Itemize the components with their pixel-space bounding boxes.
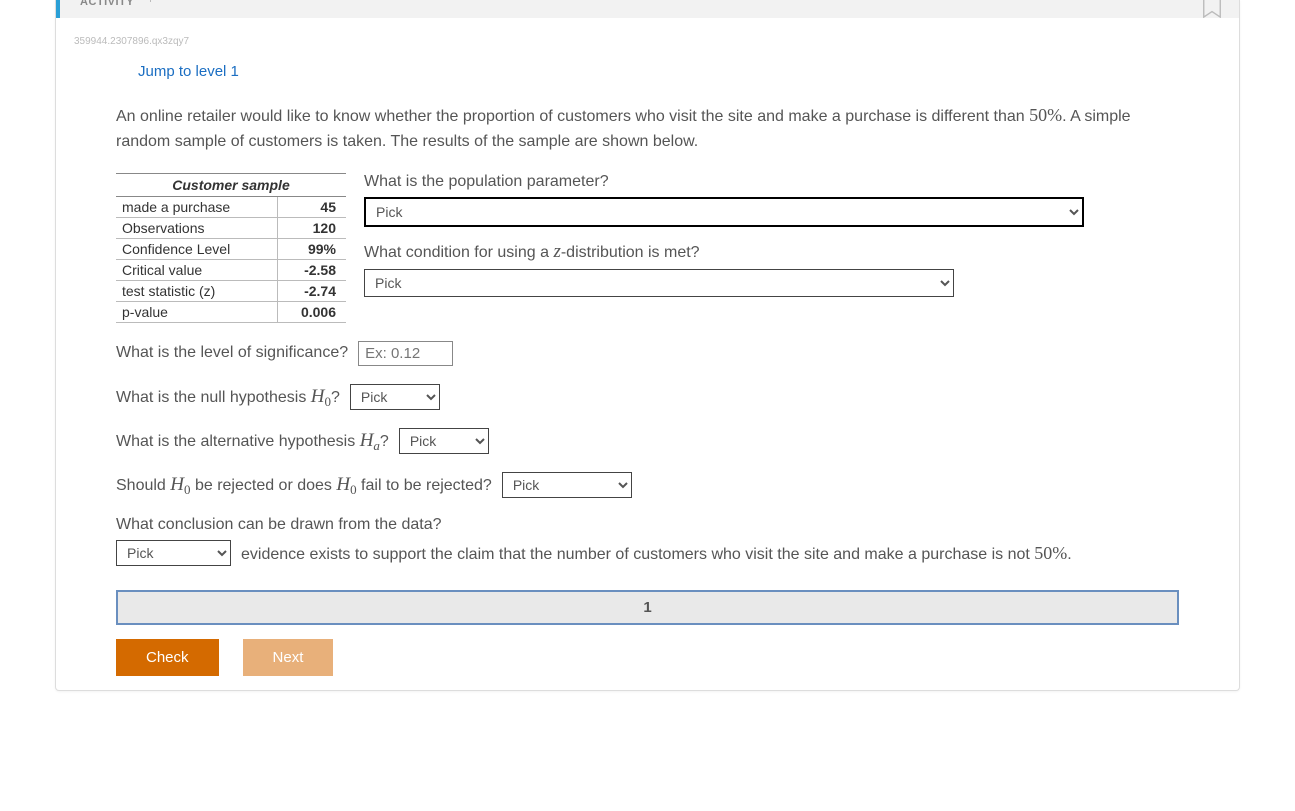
table-header: Customer sample bbox=[116, 173, 346, 196]
table-row: p-value0.006 bbox=[116, 301, 346, 322]
table-cell-label: Observations bbox=[116, 217, 277, 238]
bookmark-icon[interactable] bbox=[1201, 0, 1223, 18]
question-alt-hypothesis: What is the alternative hypothesis Ha? bbox=[116, 430, 389, 452]
table-row: Observations120 bbox=[116, 217, 346, 238]
check-button[interactable]: Check bbox=[116, 639, 219, 676]
table-row: Confidence Level99% bbox=[116, 238, 346, 259]
table-row: test statistic (z)-2.74 bbox=[116, 280, 346, 301]
prompt-text: An online retailer would like to know wh… bbox=[116, 102, 1179, 155]
activity-header: ACTIVITY 7.1.1: Two-tailed hypothesis te… bbox=[56, 0, 1239, 18]
table-cell-label: made a purchase bbox=[116, 196, 277, 217]
select-null-hypothesis[interactable]: Pick bbox=[350, 384, 440, 410]
table-cell-value: -2.74 bbox=[277, 280, 346, 301]
table-row: made a purchase45 bbox=[116, 196, 346, 217]
question-significance: What is the level of significance? bbox=[116, 344, 348, 362]
table-cell-label: p-value bbox=[116, 301, 277, 322]
prompt-part1: An online retailer would like to know wh… bbox=[116, 108, 1029, 125]
select-reject-decision[interactable]: Pick bbox=[502, 472, 632, 498]
table-cell-value: 45 bbox=[277, 196, 346, 217]
table-cell-value: -2.58 bbox=[277, 259, 346, 280]
table-cell-label: test statistic (z) bbox=[116, 280, 277, 301]
table-cell-value: 99% bbox=[277, 238, 346, 259]
table-cell-label: Critical value bbox=[116, 259, 277, 280]
select-population-parameter[interactable]: Pick bbox=[364, 197, 1084, 227]
select-conclusion-evidence[interactable]: Pick bbox=[116, 540, 231, 566]
table-cell-label: Confidence Level bbox=[116, 238, 277, 259]
input-significance[interactable] bbox=[358, 341, 453, 366]
table-cell-value: 120 bbox=[277, 217, 346, 238]
question-null-hypothesis: What is the null hypothesis H0? bbox=[116, 386, 340, 408]
jump-to-level-link[interactable]: Jump to level 1 bbox=[138, 63, 239, 80]
question-z-condition: What condition for using a z-distributio… bbox=[364, 241, 1179, 263]
question-conclusion: What conclusion can be drawn from the da… bbox=[116, 516, 1179, 534]
next-button[interactable]: Next bbox=[243, 639, 334, 676]
customer-sample-table: Customer sample made a purchase45 Observ… bbox=[116, 173, 346, 323]
activity-label: ACTIVITY bbox=[80, 0, 134, 8]
question-reject: Should H0 be rejected or does H0 fail to… bbox=[116, 474, 492, 496]
prompt-percent1: 50% bbox=[1029, 105, 1062, 125]
table-cell-value: 0.006 bbox=[277, 301, 346, 322]
header-separator bbox=[150, 0, 151, 2]
conclusion-text: evidence exists to support the claim tha… bbox=[241, 540, 1072, 568]
select-alt-hypothesis[interactable]: Pick bbox=[399, 428, 489, 454]
pager-level-1[interactable]: 1 bbox=[116, 590, 1179, 625]
table-row: Critical value-2.58 bbox=[116, 259, 346, 280]
question-population-parameter: What is the population parameter? bbox=[364, 173, 1179, 191]
question-id: 359944.2307896.qx3zqy7 bbox=[74, 36, 1239, 47]
select-z-condition[interactable]: Pick bbox=[364, 269, 954, 297]
